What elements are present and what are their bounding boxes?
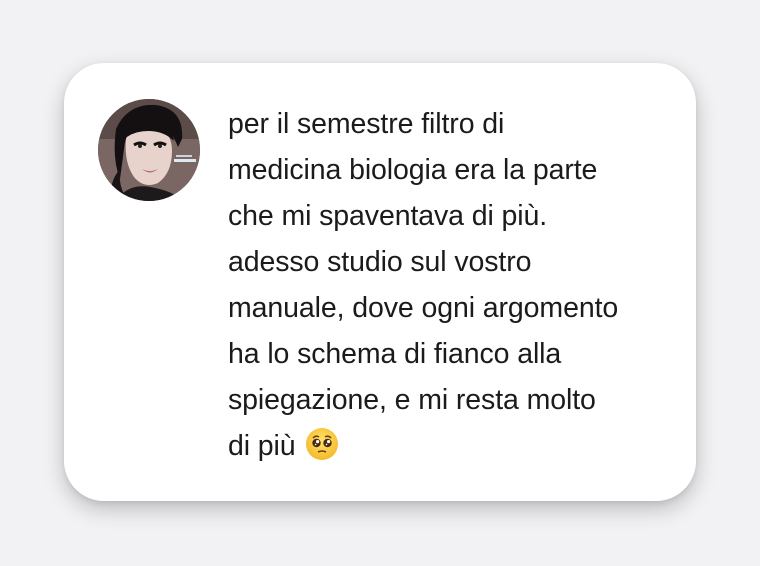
pleading-face-emoji [305, 427, 339, 475]
comment-line: per il semestre filtro di [228, 108, 505, 140]
comment-line: adesso studio sul vostro [228, 246, 532, 278]
comment-line: medicina biologia era la parte [228, 154, 598, 186]
comment-line: manuale, dove ogni argomento [228, 292, 619, 324]
comment-line: ha lo schema di fianco alla [228, 338, 562, 370]
avatar-photo [98, 99, 200, 201]
comment-text: per il semestre filtro di medicina biolo… [228, 101, 678, 475]
avatar[interactable] [98, 99, 200, 201]
comment-card: per il semestre filtro di medicina biolo… [64, 63, 696, 501]
comment-line: di più [228, 430, 296, 462]
comment-line: che mi spaventava di più. [228, 200, 548, 232]
comment-line: spiegazione, e mi resta molto [228, 384, 596, 416]
